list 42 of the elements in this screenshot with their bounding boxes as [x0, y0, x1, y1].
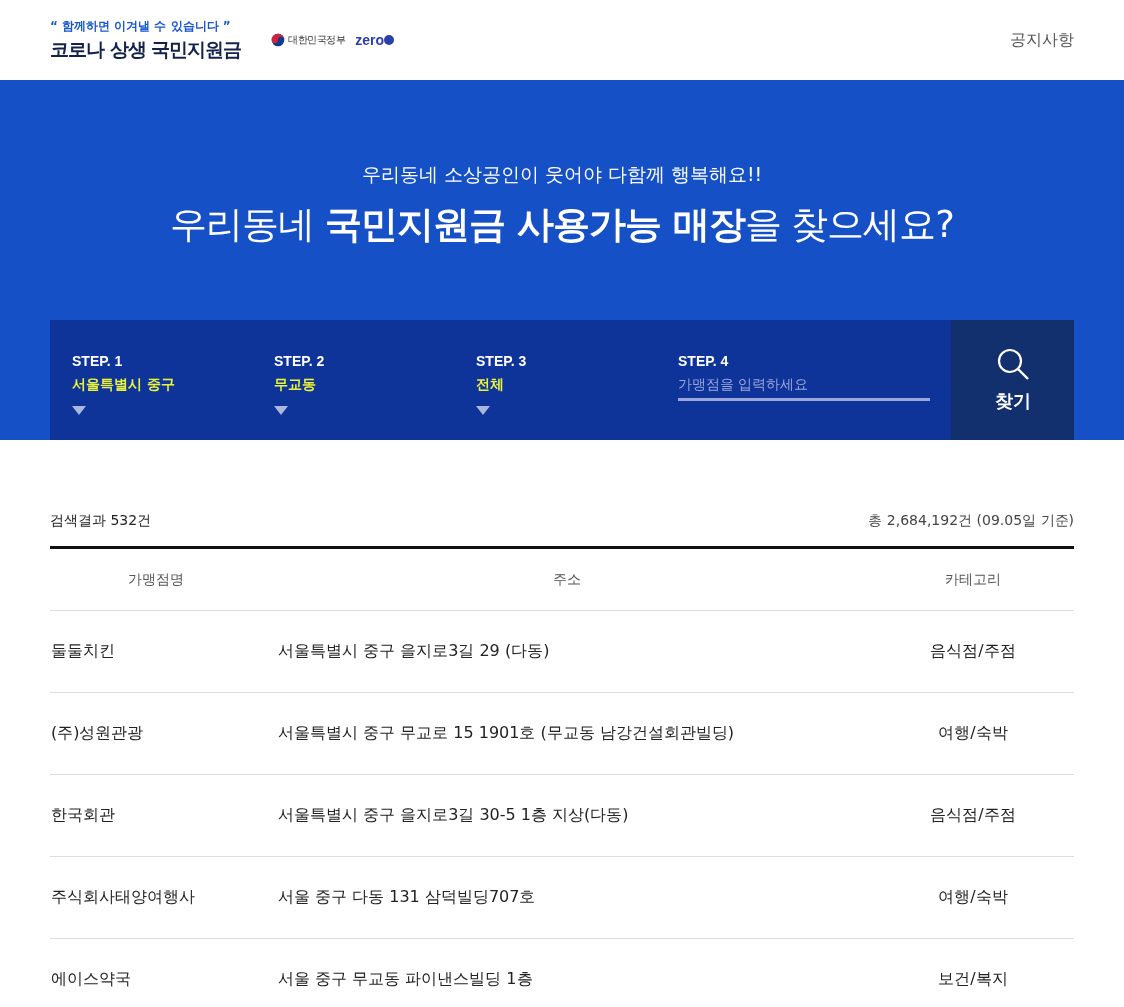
table-cell: 음식점/주점 [872, 610, 1074, 693]
table-cell: 음식점/주점 [872, 774, 1074, 857]
notice-link[interactable]: 공지사항 [1010, 29, 1074, 51]
caret-icon[interactable] [274, 406, 288, 415]
table-cell: 서울특별시 중구 을지로3길 29 (다동) [262, 610, 872, 693]
pay-badge-icon [384, 35, 395, 45]
table-cell: 보건/복지 [872, 938, 1074, 1007]
table-cell: 여행/숙박 [872, 856, 1074, 939]
table-cell: (주)성원관광 [50, 692, 262, 775]
step-label: STEP. 3 [476, 353, 528, 369]
site-title[interactable]: 코로나 상생 국민지원금 [50, 36, 242, 63]
result-count: 검색결과 532건 [50, 512, 152, 530]
step-label: STEP. 2 [274, 353, 326, 369]
step-select[interactable]: 무교동 [274, 376, 476, 394]
hero-headline: 우리동네 국민지원금 사용가능 매장을 찾으세요? [170, 202, 954, 248]
slogan: “ 함께하면 이겨낼 수 있습니다 ” [50, 17, 231, 35]
step-select[interactable]: 서울특별시 중구 [72, 376, 274, 394]
table-cell: 서울특별시 중구 을지로3길 30-5 1층 지상(다동) [262, 774, 872, 857]
table-cell: 주식회사태양여행사 [50, 856, 262, 939]
step-label: STEP. 4 [678, 353, 730, 369]
caret-icon[interactable] [72, 406, 86, 415]
hero-subtitle: 우리동네 소상공인이 웃어야 다함께 행복해요!! [361, 162, 763, 187]
table-cell: 에이스약국 [50, 938, 262, 1007]
zero-logo-text: zero [355, 32, 385, 48]
table-cell: 둘둘치킨 [50, 610, 262, 693]
column-header: 가맹점명 [50, 549, 262, 611]
table-cell: 여행/숙박 [872, 692, 1074, 775]
store-search-field[interactable]: 가맹점을 입력하세요 [678, 374, 930, 401]
table-cell: 서울 중구 무교동 파이낸스빌딩 1층 [262, 938, 872, 1007]
caret-icon[interactable] [476, 406, 490, 415]
search-icon [995, 347, 1030, 381]
step-select[interactable]: 전체 [476, 376, 678, 394]
step-label: STEP. 1 [72, 353, 124, 369]
emblem-icon [271, 33, 286, 47]
table-cell: 서울 중구 다동 131 삼덕빌딩707호 [262, 856, 872, 939]
search-button[interactable]: 찾기 [951, 320, 1074, 440]
government-label: 대한민국정부 [288, 33, 346, 47]
column-header: 카테고리 [872, 549, 1074, 611]
total-count: 총 2,684,192건 (09.05일 기준) [868, 512, 1074, 530]
table-cell: 서울특별시 중구 무교로 15 1901호 (무교동 남강건설회관빌딩) [262, 692, 872, 775]
table-cell: 한국회관 [50, 774, 262, 857]
column-header: 주소 [262, 549, 872, 611]
